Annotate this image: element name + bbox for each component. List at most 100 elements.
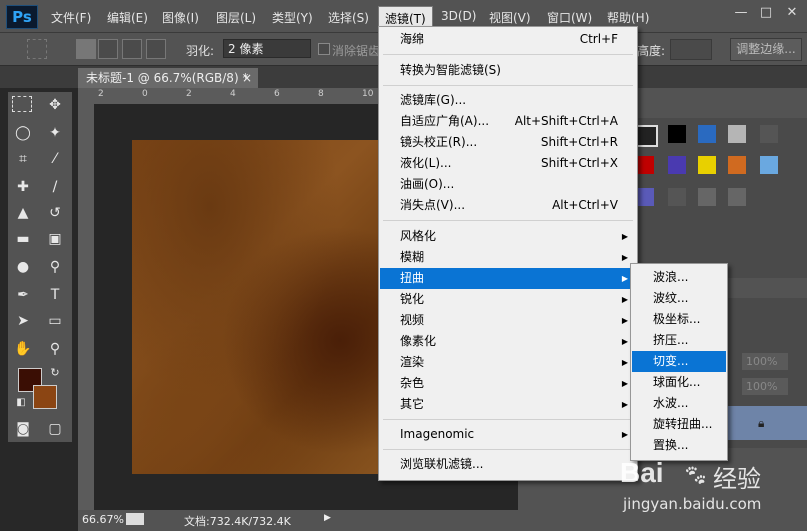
filter-render[interactable]: 渲染 ▶ [380,352,636,373]
filter-imagenomic[interactable]: Imagenomic ▶ [380,424,636,445]
filter-video[interactable]: 视频 ▶ [380,310,636,331]
eyedropper-icon[interactable]: ⁄ [44,148,66,170]
watermark-brand: Bai [620,457,664,488]
liquify[interactable]: 液化(L)... Shift+Ctrl+X [380,153,636,174]
status-menu-arrow-icon[interactable]: ▶ [324,513,331,523]
filter-blur[interactable]: 模糊 ▶ [380,247,636,268]
style-swatch[interactable] [636,125,658,147]
zoom-level[interactable]: 66.67% [82,513,124,526]
healing-brush-icon[interactable]: ✚ [12,176,34,198]
tab-close-icon[interactable]: × [242,68,252,88]
filter-sharpen[interactable]: 锐化 ▶ [380,289,636,310]
filter-gallery[interactable]: 滤镜库(G)... [380,90,636,111]
document-image[interactable] [132,140,392,474]
ruler-tick: 0 [142,89,148,99]
photoshop-logo: Ps [6,5,38,29]
menu-3d[interactable]: 3D(D) [441,9,476,23]
menu-type[interactable]: 类型(Y) [272,9,313,26]
document-tab[interactable]: 未标题-1 @ 66.7%(RGB/8) * × [78,68,258,88]
minimize-button[interactable]: — [732,4,750,22]
marquee-tool-icon[interactable] [12,96,32,112]
menu-layer[interactable]: 图层(L) [216,9,256,26]
feather-input[interactable]: 2 像素 [223,39,311,58]
lens-correction[interactable]: 镜头校正(R)... Shift+Ctrl+R [380,132,636,153]
menu-view[interactable]: 视图(V) [489,9,531,26]
new-selection-icon[interactable] [76,39,96,59]
style-swatch[interactable] [636,188,654,206]
style-swatch[interactable] [728,156,746,174]
dodge-tool-icon[interactable]: ⚲ [44,256,66,278]
lasso-tool-icon[interactable]: ◯ [12,122,34,144]
vanishing-point[interactable]: 消失点(V)... Alt+Ctrl+V [380,195,636,216]
subtract-selection-icon[interactable] [122,39,142,59]
crop-tool-icon[interactable]: ⌗ [12,148,34,170]
filter-stylize[interactable]: 风格化 ▶ [380,226,636,247]
distort-shear[interactable]: 切变... [632,351,726,372]
restore-button[interactable]: □ [757,4,775,22]
style-swatch[interactable] [668,188,686,206]
menu-image[interactable]: 图像(I) [162,9,199,26]
style-swatch[interactable] [728,188,746,206]
add-selection-icon[interactable] [98,39,118,59]
refine-edge-button[interactable]: 调整边缘... [730,38,802,61]
magic-wand-icon[interactable]: ✦ [44,122,66,144]
hand-tool-icon[interactable]: ✋ [12,338,34,360]
filter-last-item[interactable]: 海绵 Ctrl+F [380,29,636,50]
antialias-checkbox[interactable] [318,43,330,55]
zoom-tool-icon[interactable]: ⚲ [44,338,66,360]
style-swatch[interactable] [698,125,716,143]
fill-input[interactable]: 100% [742,378,788,395]
distort-ripple[interactable]: 波纹... [632,288,726,309]
path-select-icon[interactable]: ➤ [12,310,34,332]
move-tool-icon[interactable]: ✥ [44,94,66,116]
height-input[interactable] [670,39,712,60]
distort-displace[interactable]: 置换... [632,435,726,456]
distort-twirl[interactable]: 旋转扭曲... [632,414,726,435]
style-swatch[interactable] [636,156,654,174]
close-button[interactable]: ✕ [783,4,801,22]
style-swatch[interactable] [760,125,778,143]
background-color[interactable] [33,385,57,409]
style-swatch[interactable] [698,156,716,174]
convert-smart-filter[interactable]: 转换为智能滤镜(S) [380,60,636,81]
blur-tool-icon[interactable]: ● [12,256,34,278]
clone-stamp-icon[interactable]: ▲ [12,202,34,224]
filter-other[interactable]: 其它 ▶ [380,394,636,415]
menu-edit[interactable]: 编辑(E) [107,9,148,26]
style-swatch[interactable] [668,156,686,174]
eraser-tool-icon[interactable]: ▬ [12,228,34,250]
menu-select[interactable]: 选择(S) [328,9,369,26]
distort-zigzag[interactable]: 水波... [632,393,726,414]
filter-pixelate[interactable]: 像素化 ▶ [380,331,636,352]
style-swatch[interactable] [698,188,716,206]
filter-distort[interactable]: 扭曲 ▶ [380,268,636,289]
distort-spherize[interactable]: 球面化... [632,372,726,393]
distort-wave[interactable]: 波浪... [632,267,726,288]
quick-mask-icon[interactable]: ◙ [12,418,34,440]
gradient-tool-icon[interactable]: ▣ [44,228,66,250]
history-brush-icon[interactable]: ↺ [44,202,66,224]
menu-file[interactable]: 文件(F) [51,9,91,26]
swap-colors-icon[interactable]: ↻ [44,362,66,384]
style-swatch[interactable] [760,156,778,174]
pen-tool-icon[interactable]: ✒ [12,284,34,306]
opacity-input[interactable]: 100% [742,353,788,370]
ruler-tick: 6 [274,89,280,99]
style-swatch[interactable] [668,125,686,143]
browse-online-filters[interactable]: 浏览联机滤镜... [380,454,636,475]
adaptive-wide-angle[interactable]: 自适应广角(A)... Alt+Shift+Ctrl+A [380,111,636,132]
default-colors-icon[interactable]: ◧ [10,392,32,414]
oil-paint[interactable]: 油画(O)... [380,174,636,195]
type-tool-icon[interactable]: T [44,284,66,306]
menu-help[interactable]: 帮助(H) [607,9,649,26]
style-swatch[interactable] [728,125,746,143]
shape-tool-icon[interactable]: ▭ [44,310,66,332]
distort-pinch[interactable]: 挤压... [632,330,726,351]
brush-tool-icon[interactable]: / [44,176,66,198]
intersect-selection-icon[interactable] [146,39,166,59]
marquee-preset-icon[interactable] [27,39,47,59]
filter-noise[interactable]: 杂色 ▶ [380,373,636,394]
distort-polar-coordinates[interactable]: 极坐标... [632,309,726,330]
menu-window[interactable]: 窗口(W) [547,9,592,26]
screen-mode-icon[interactable]: ▢ [44,418,66,440]
